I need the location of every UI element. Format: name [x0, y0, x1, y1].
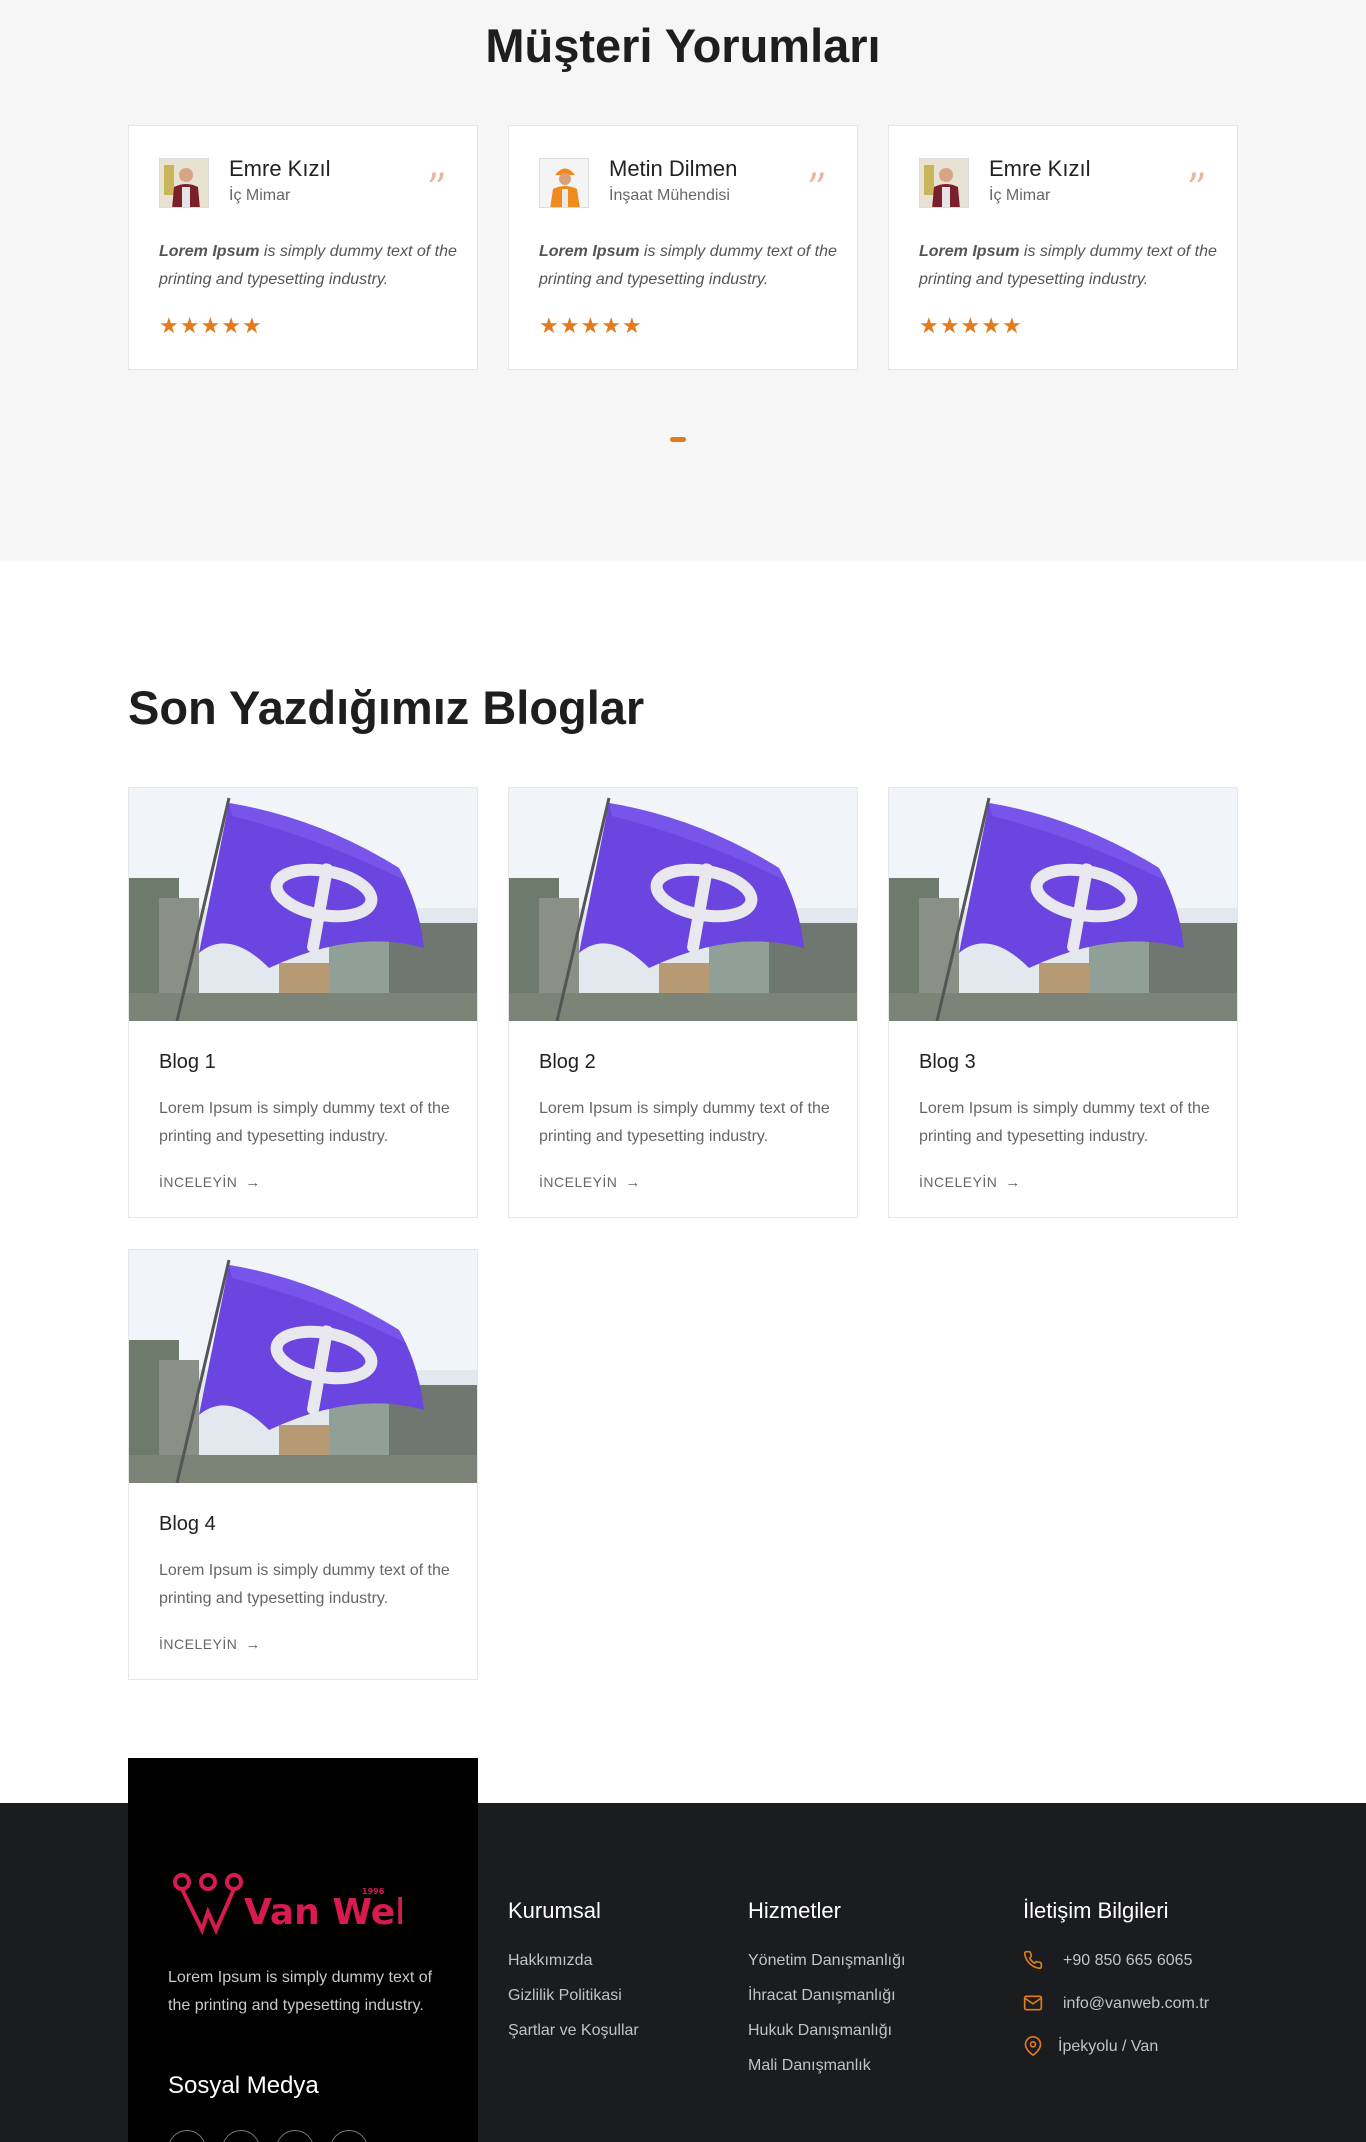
- testimonial-card: Metin Dilmen İnşaat Mühendisi ” Lorem Ip…: [508, 125, 858, 370]
- star-icon: ★: [580, 313, 602, 338]
- read-more-link[interactable]: İNCELEYİN →: [159, 1174, 261, 1191]
- blog-image[interactable]: [509, 788, 857, 1021]
- star-icon: ★: [200, 313, 222, 338]
- svg-text:1996: 1996: [362, 1887, 385, 1896]
- blog-card[interactable]: Blog 4 Lorem Ipsum is simply dummy text …: [128, 1249, 478, 1680]
- blogs-title: Son Yazdığımız Bloglar: [128, 681, 645, 734]
- read-more-link[interactable]: İNCELEYİN →: [539, 1174, 641, 1191]
- contact-address: İpekyolu / Van: [1058, 2038, 1159, 2055]
- reviewer-role: İnşaat Mühendisi: [609, 187, 730, 204]
- twitter-icon[interactable]: [222, 2130, 260, 2142]
- read-more-link[interactable]: İNCELEYİN →: [919, 1174, 1021, 1191]
- blog-image[interactable]: [889, 788, 1237, 1021]
- star-rating: ★★★★★: [919, 313, 1023, 339]
- star-icon: ★: [559, 313, 581, 338]
- star-icon: ★: [221, 313, 242, 338]
- blog-card[interactable]: Blog 3 Lorem Ipsum is simply dummy text …: [888, 787, 1238, 1218]
- star-icon: ★: [179, 313, 201, 338]
- phone-icon: [1023, 1950, 1043, 1975]
- linkedin-icon[interactable]: [330, 2130, 368, 2142]
- footer-corporate-title: Kurumsal: [508, 1898, 601, 1923]
- footer-link-terms[interactable]: Şartlar ve Koşullar: [508, 2022, 639, 2040]
- blog-card[interactable]: Blog 2 Lorem Ipsum is simply dummy text …: [508, 787, 858, 1218]
- avatar: [539, 158, 589, 208]
- blog-title[interactable]: Blog 1: [159, 1051, 216, 1074]
- blog-title[interactable]: Blog 2: [539, 1051, 596, 1074]
- blog-excerpt: Lorem Ipsum is simply dummy text of the …: [159, 1562, 450, 1607]
- arrow-right-icon[interactable]: →: [1005, 1174, 1021, 1191]
- star-icon: ★: [159, 313, 180, 338]
- blog-image[interactable]: [129, 1250, 477, 1483]
- footer-link-privacy[interactable]: Gizlilik Politikasi: [508, 1987, 622, 2005]
- read-more-link[interactable]: İNCELEYİN →: [159, 1636, 261, 1653]
- footer-link-management[interactable]: Yönetim Danışmanlığı: [748, 1952, 905, 1970]
- read-more-label[interactable]: İNCELEYİN: [539, 1174, 617, 1190]
- reviewer-name: Emre Kızıl: [989, 156, 1091, 181]
- logo[interactable]: Van Web 1996: [172, 1872, 421, 1947]
- review-text-bold: Lorem Ipsum: [919, 243, 1020, 260]
- star-icon: ★: [241, 313, 263, 338]
- review-text-bold: Lorem Ipsum: [159, 243, 260, 260]
- star-rating: ★★★★★: [539, 313, 643, 339]
- testimonials-title: Müşteri Yorumları: [485, 19, 881, 72]
- quote-icon: ”: [806, 166, 827, 212]
- testimonial-card: Emre Kızıl İç Mimar ” Lorem Ipsum is sim…: [888, 125, 1238, 370]
- review-text: Lorem Ipsum is simply dummy text of the …: [539, 238, 839, 294]
- map-pin-icon: [1023, 2036, 1043, 2061]
- avatar: [919, 158, 969, 208]
- footer-contact-title: İletişim Bilgileri: [1023, 1898, 1169, 1923]
- testimonial-card: Emre Kızıl İç Mimar ” Lorem Ipsum is sim…: [128, 125, 478, 370]
- blog-excerpt: Lorem Ipsum is simply dummy text of the …: [919, 1100, 1210, 1145]
- review-text: Lorem Ipsum is simply dummy text of the …: [919, 238, 1219, 294]
- star-icon: ★: [960, 313, 982, 338]
- blog-title[interactable]: Blog 4: [159, 1513, 216, 1536]
- footer-link-finance[interactable]: Mali Danışmanlık: [748, 2057, 871, 2075]
- reviewer-role: İç Mimar: [229, 187, 291, 204]
- quote-icon: ”: [1186, 166, 1207, 212]
- star-icon: ★: [981, 313, 1002, 338]
- reviewer-name: Metin Dilmen: [609, 156, 738, 181]
- footer-link-about[interactable]: Hakkımızda: [508, 1952, 592, 1970]
- footer-services-title: Hizmetler: [748, 1898, 841, 1923]
- blog-card[interactable]: Blog 1 Lorem Ipsum is simply dummy text …: [128, 787, 478, 1218]
- footer-description: Lorem Ipsum is simply dummy text of the …: [168, 1969, 433, 2014]
- star-icon: ★: [919, 313, 940, 338]
- footer-link-law[interactable]: Hukuk Danışmanlığı: [748, 2022, 892, 2040]
- avatar: [159, 158, 209, 208]
- star-icon: ★: [939, 313, 961, 338]
- star-icon: ★: [621, 313, 643, 338]
- arrow-right-icon[interactable]: →: [245, 1174, 261, 1191]
- review-text: Lorem Ipsum is simply dummy text of the …: [159, 238, 459, 294]
- blog-title[interactable]: Blog 3: [919, 1051, 976, 1074]
- arrow-right-icon[interactable]: →: [625, 1174, 641, 1191]
- testimonials-section: Müşteri Yorumları Emre Kızıl İç Mimar ” …: [0, 0, 1366, 561]
- contact-email[interactable]: info@vanweb.com.tr: [1063, 1995, 1209, 2013]
- blog-excerpt: Lorem Ipsum is simply dummy text of the …: [159, 1100, 450, 1145]
- star-icon: ★: [539, 313, 560, 338]
- star-icon: ★: [1001, 313, 1023, 338]
- mail-icon: [1023, 1993, 1043, 2018]
- instagram-icon[interactable]: [276, 2130, 314, 2142]
- slider-dot[interactable]: [670, 437, 686, 442]
- facebook-icon[interactable]: [168, 2130, 206, 2142]
- star-icon: ★: [601, 313, 622, 338]
- reviewer-name: Emre Kızıl: [229, 156, 331, 181]
- review-text-bold: Lorem Ipsum: [539, 243, 640, 260]
- quote-icon: ”: [426, 166, 447, 212]
- contact-phone[interactable]: +90 850 665 6065: [1063, 1952, 1192, 1970]
- svg-text:Van Web: Van Web: [244, 1892, 402, 1933]
- footer-link-export[interactable]: İhracat Danışmanlığı: [748, 1987, 896, 2005]
- footer-brand-panel: Van Web 1996 Lorem Ipsum is simply dummy…: [128, 1758, 478, 2142]
- read-more-label[interactable]: İNCELEYİN: [919, 1174, 997, 1190]
- read-more-label[interactable]: İNCELEYİN: [159, 1636, 237, 1652]
- blog-excerpt: Lorem Ipsum is simply dummy text of the …: [539, 1100, 830, 1145]
- social-media-title: Sosyal Medya: [168, 2072, 319, 2099]
- star-rating: ★★★★★: [159, 313, 263, 339]
- blog-image[interactable]: [129, 788, 477, 1021]
- reviewer-role: İç Mimar: [989, 187, 1051, 204]
- read-more-label[interactable]: İNCELEYİN: [159, 1174, 237, 1190]
- arrow-right-icon[interactable]: →: [245, 1636, 261, 1653]
